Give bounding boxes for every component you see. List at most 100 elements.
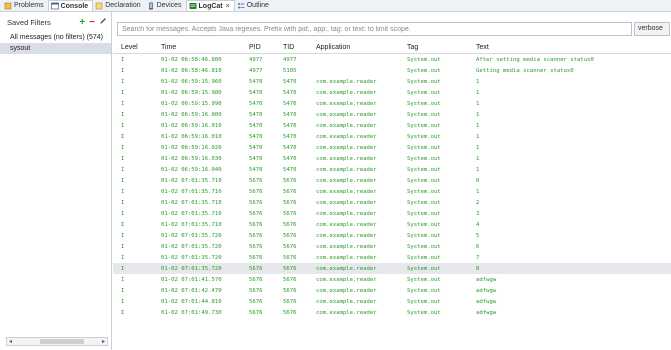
filter-item-sysout[interactable]: sysout (0, 43, 111, 54)
cell-tag: System.out (407, 265, 441, 272)
cell-application: com.example.reader (316, 276, 377, 283)
cell-tid: 5470 (283, 155, 297, 162)
tab-outline[interactable]: Outline (235, 0, 273, 11)
search-input[interactable] (117, 22, 632, 36)
log-row[interactable]: I 01-02 07:01:35.710 5676 5676 com.example.r… (113, 197, 671, 208)
column-header-application[interactable]: Application (316, 44, 407, 51)
tab-devices[interactable]: Devices (145, 0, 186, 11)
log-row[interactable]: I 01-02 06:58:46.810 4977 5105 System.out Get… (113, 65, 671, 76)
cell-pid: 5676 (249, 188, 263, 195)
cell-text: Getting media scanner status0 (476, 67, 574, 74)
add-filter-icon[interactable]: + (79, 17, 85, 28)
tab-declaration[interactable]: Declaration (93, 0, 144, 11)
cell-tag: System.out (407, 298, 441, 305)
log-row[interactable]: I 01-02 06:59:15.990 5470 5470 com.example.r… (113, 98, 671, 109)
cell-pid: 5676 (249, 254, 263, 261)
column-header-tid[interactable]: TID (283, 44, 316, 51)
cell-tag: System.out (407, 133, 441, 140)
column-header-time[interactable]: Time (161, 44, 249, 51)
filter-item-all-messages[interactable]: All messages (no filters) (574) (0, 32, 111, 43)
cell-application: com.example.reader (316, 111, 377, 118)
logcat-icon (189, 2, 197, 10)
cell-tag: System.out (407, 56, 441, 63)
cell-application: com.example.reader (316, 243, 377, 250)
cell-time: 01-02 06:59:16.020 (161, 144, 222, 151)
cell-time: 01-02 06:59:16.030 (161, 155, 222, 162)
cell-text: 1 (476, 166, 480, 173)
log-row[interactable]: I 01-02 06:59:16.040 5470 5470 com.example.r… (113, 164, 671, 175)
tab-label: Declaration (105, 2, 141, 9)
log-row[interactable]: I 01-02 06:59:15.960 5470 5470 com.example.r… (113, 76, 671, 87)
tab-label: Outline (246, 2, 269, 9)
scroll-right-icon[interactable]: ▸ (102, 338, 105, 345)
log-row[interactable]: I 01-02 06:59:16.030 5470 5470 com.example.r… (113, 153, 671, 164)
tab-console[interactable]: Console (47, 0, 94, 11)
cell-level: I (121, 177, 125, 184)
column-header-level[interactable]: Level (113, 44, 161, 51)
cell-time: 01-02 06:59:16.000 (161, 111, 222, 118)
edit-filter-icon[interactable] (99, 17, 107, 28)
cell-text: 1 (476, 188, 480, 195)
log-row[interactable]: I 01-02 07:01:35.710 5676 5676 com.example.r… (113, 186, 671, 197)
log-row[interactable]: I 01-02 07:01:35.720 5676 5676 com.example.r… (113, 230, 671, 241)
log-row[interactable]: I 01-02 06:59:15.980 5470 5470 com.example.r… (113, 87, 671, 98)
cell-application: com.example.reader (316, 100, 377, 107)
cell-application: com.example.reader (316, 89, 377, 96)
log-row[interactable]: I 01-02 07:01:35.720 5676 5676 com.example.r… (113, 241, 671, 252)
cell-time: 01-02 06:59:16.010 (161, 122, 222, 129)
cell-tag: System.out (407, 67, 441, 74)
cell-pid: 5470 (249, 122, 263, 129)
cell-tag: System.out (407, 78, 441, 85)
cell-application: com.example.reader (316, 298, 377, 305)
cell-tag: System.out (407, 144, 441, 151)
log-row[interactable]: I 01-02 06:59:16.010 5470 5470 com.example.r… (113, 131, 671, 142)
cell-tid: 5676 (283, 287, 297, 294)
close-icon[interactable]: × (226, 3, 230, 10)
log-row[interactable]: I 01-02 07:01:42.470 5676 5676 com.example.r… (113, 285, 671, 296)
log-row[interactable]: I 01-02 06:59:16.010 5470 5470 com.example.r… (113, 120, 671, 131)
cell-tag: System.out (407, 177, 441, 184)
cell-text: 1 (476, 122, 480, 129)
log-row[interactable]: I 01-02 07:01:44.810 5676 5676 com.example.r… (113, 296, 671, 307)
cell-text: 1 (476, 100, 480, 107)
log-row[interactable]: I 01-02 06:59:16.020 5470 5470 com.example.r… (113, 142, 671, 153)
cell-tag: System.out (407, 89, 441, 96)
log-row[interactable]: I 01-02 07:01:41.570 5676 5676 com.example.r… (113, 274, 671, 285)
column-header-tag[interactable]: Tag (407, 44, 476, 51)
log-level-select[interactable]: verbose (634, 22, 670, 36)
cell-tid: 5470 (283, 144, 297, 151)
scroll-left-icon[interactable]: ◂ (9, 338, 12, 345)
cell-level: I (121, 155, 125, 162)
column-header-pid[interactable]: PID (249, 44, 283, 51)
cell-application: com.example.reader (316, 144, 377, 151)
cell-time: 01-02 07:01:35.720 (161, 232, 222, 239)
cell-tid: 5470 (283, 133, 297, 140)
cell-text: 2 (476, 199, 480, 206)
cell-pid: 5470 (249, 89, 263, 96)
cell-time: 01-02 07:01:35.710 (161, 188, 222, 195)
cell-tid: 5676 (283, 243, 297, 250)
filters-horizontal-scrollbar[interactable]: ◂ ▸ (6, 337, 108, 346)
scrollbar-thumb[interactable] (40, 339, 84, 344)
log-row[interactable]: I 01-02 07:01:35.710 5676 5676 com.example.r… (113, 219, 671, 230)
remove-filter-icon[interactable]: − (89, 17, 95, 28)
log-table-header: Level Time PID TID Application Tag Text (113, 42, 671, 54)
cell-level: I (121, 166, 125, 173)
tab-logcat[interactable]: LogCat × (185, 0, 235, 11)
log-row[interactable]: I 01-02 07:01:35.710 5676 5676 com.example.r… (113, 175, 671, 186)
cell-time: 01-02 07:01:49.730 (161, 309, 222, 316)
log-row[interactable]: I 01-02 06:59:16.000 5470 5470 com.example.r… (113, 109, 671, 120)
saved-filters-header: Saved Filters + − (0, 12, 111, 32)
cell-tag: System.out (407, 111, 441, 118)
log-row[interactable]: I 01-02 07:01:35.720 5676 5676 com.example.r… (113, 252, 671, 263)
cell-application: com.example.reader (316, 287, 377, 294)
cell-tid: 5676 (283, 232, 297, 239)
cell-text: 1 (476, 78, 480, 85)
tab-problems[interactable]: Problems (2, 0, 48, 11)
log-row[interactable]: I 01-02 06:58:46.800 4977 4977 System.out Aft… (113, 54, 671, 65)
log-row[interactable]: I 01-02 07:01:35.720 5676 5676 com.example.r… (113, 263, 671, 274)
column-header-text[interactable]: Text (476, 44, 671, 51)
cell-pid: 5676 (249, 265, 263, 272)
log-row[interactable]: I 01-02 07:01:49.730 5676 5676 com.example.r… (113, 307, 671, 318)
log-row[interactable]: I 01-02 07:01:35.710 5676 5676 com.example.r… (113, 208, 671, 219)
